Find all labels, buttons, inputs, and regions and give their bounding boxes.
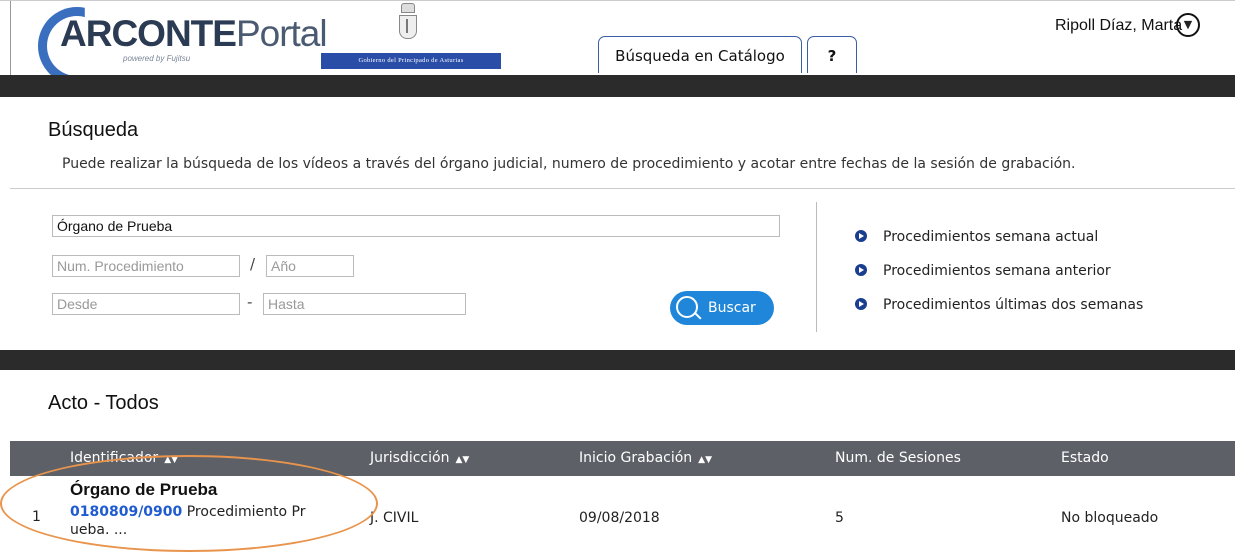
row-title[interactable]: Órgano de Prueba — [70, 480, 217, 500]
quick-link-label: Procedimientos semana actual — [883, 229, 1099, 245]
row-code[interactable]: 0180809/0900 — [70, 504, 182, 520]
chevron-down-circle-icon[interactable]: ▼ — [1176, 13, 1200, 37]
seal-crown — [401, 3, 415, 13]
tab-help[interactable]: ? — [807, 36, 857, 73]
column-label: Inicio Grabación — [579, 450, 693, 466]
search-title: Búsqueda — [48, 119, 139, 141]
results-table-header: Identificador ▲▼ Jurisdicción ▲▼ Inicio Gr… — [10, 441, 1235, 476]
row-sesiones: 5 — [835, 510, 844, 526]
search-panel: Búsqueda Puede realizar la búsqueda de l… — [10, 97, 1235, 350]
play-bullet-icon — [855, 230, 867, 242]
logo-arconte: ARCONTE — [60, 13, 237, 54]
sort-arrows-icon[interactable]: ▲▼ — [698, 455, 712, 465]
header-left-edge — [0, 1, 11, 76]
buscar-label: Buscar — [708, 300, 756, 316]
organo-input[interactable]: Órgano de Prueba — [52, 215, 780, 237]
user-name[interactable]: Ripoll Díaz, Marta — [1055, 17, 1182, 35]
play-bullet-icon — [855, 264, 867, 276]
num-procedimiento-input[interactable]: Num. Procedimiento — [52, 255, 240, 277]
search-description: Puede realizar la búsqueda de los vídeos… — [62, 156, 1076, 172]
app-header: ARCONTEPortal powered by Fujitsu Gobiern… — [0, 0, 1235, 85]
dash-separator: - — [247, 293, 253, 311]
col-estado: Estado — [1061, 450, 1109, 466]
search-icon — [676, 296, 698, 318]
col-identificador[interactable]: Identificador ▲▼ — [70, 450, 178, 466]
row-desc-line2: ueba. ... — [70, 522, 128, 538]
table-row[interactable]: 1 Órgano de Prueba 0180809/0900 Procedim… — [10, 476, 1235, 552]
hasta-input[interactable]: Hasta — [263, 293, 466, 315]
quick-link-semana-actual[interactable]: Procedimientos semana actual — [855, 229, 1098, 245]
panel-vertical-divider — [816, 202, 817, 332]
quick-link-semana-anterior[interactable]: Procedimientos semana anterior — [855, 263, 1111, 279]
slash-separator: / — [250, 255, 256, 273]
dark-band-top — [0, 75, 1235, 97]
column-label: Jurisdicción — [370, 450, 450, 466]
logo-text: ARCONTEPortal — [60, 13, 328, 55]
buscar-button[interactable]: Buscar — [670, 291, 774, 325]
sort-arrows-icon[interactable]: ▲▼ — [455, 455, 469, 465]
government-banner: Gobierno del Principado de Asturias — [321, 53, 501, 69]
quick-link-dos-semanas[interactable]: Procedimientos últimas dos semanas — [855, 297, 1143, 313]
dark-band-middle — [0, 350, 1235, 370]
arconte-portal-logo[interactable]: ARCONTEPortal powered by Fujitsu — [38, 7, 328, 85]
row-jurisdiccion: J. CIVIL — [370, 510, 419, 526]
results-title: Acto - Todos — [48, 392, 159, 414]
row-inicio: 09/08/2018 — [579, 510, 660, 526]
logo-tagline: powered by Fujitsu — [123, 54, 191, 63]
row-index: 1 — [32, 509, 41, 525]
anio-input[interactable]: Año — [266, 255, 354, 277]
logo-portal: Portal — [235, 13, 328, 54]
col-jurisdiccion[interactable]: Jurisdicción ▲▼ — [370, 450, 469, 466]
col-num-sesiones: Num. de Sesiones — [835, 450, 961, 466]
col-inicio-grabacion[interactable]: Inicio Grabación ▲▼ — [579, 450, 712, 466]
row-estado: No bloqueado — [1061, 510, 1159, 526]
row-desc-line1: Procedimiento Pr — [186, 504, 306, 520]
desde-input[interactable]: Desde — [52, 293, 240, 315]
panel-divider — [10, 188, 1235, 189]
quick-link-label: Procedimientos últimas dos semanas — [883, 297, 1144, 313]
column-label: Identificador — [70, 450, 159, 466]
row-identifier[interactable]: 0180809/0900 Procedimiento Pr — [70, 504, 306, 520]
results-panel: Acto - Todos Identificador ▲▼ Jurisdicció… — [10, 370, 1235, 552]
play-bullet-icon — [855, 298, 867, 310]
asturias-seal-icon — [398, 3, 418, 47]
tab-busqueda-catalogo[interactable]: Búsqueda en Catálogo — [598, 36, 802, 73]
seal-shield — [399, 15, 417, 39]
sort-arrows-icon[interactable]: ▲▼ — [164, 455, 178, 465]
quick-link-label: Procedimientos semana anterior — [883, 263, 1111, 279]
